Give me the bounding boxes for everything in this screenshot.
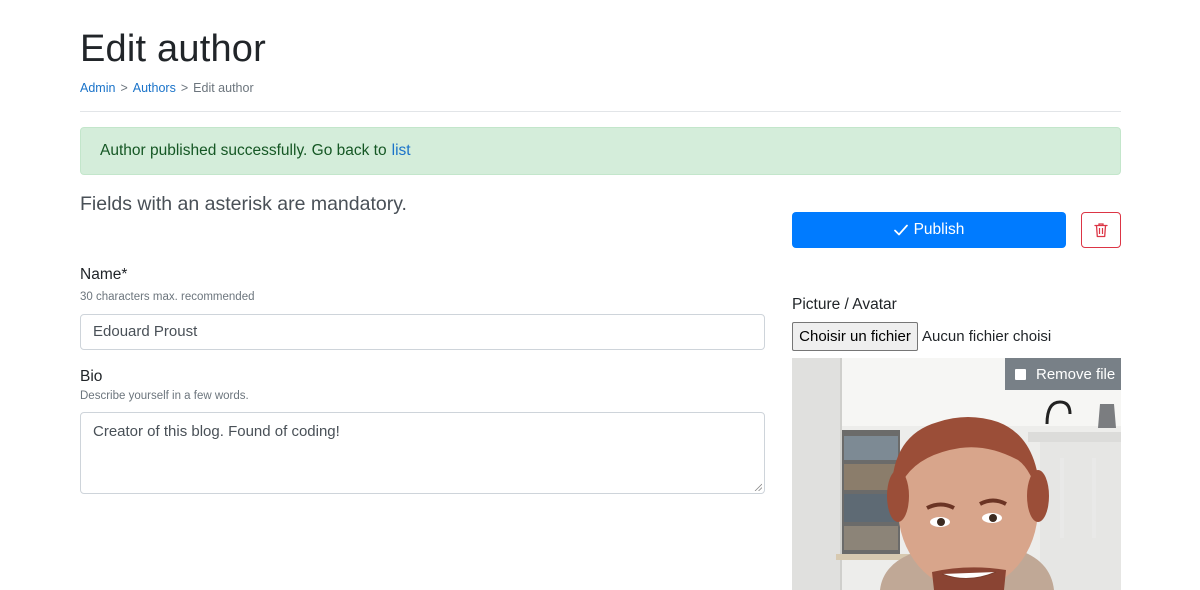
breadcrumb-admin-link[interactable]: Admin [80,81,115,95]
page-title: Edit author [80,28,266,70]
breadcrumb-authors-link[interactable]: Authors [133,81,176,95]
resize-handle-icon[interactable] [754,483,762,491]
breadcrumb: Admin > Authors > Edit author [80,81,254,95]
header-divider [80,111,1121,112]
breadcrumb-separator: > [180,81,189,95]
success-alert: Author published successfully. Go back t… [80,127,1121,175]
remove-file-toggle[interactable]: Remove file [1005,358,1121,390]
bio-help: Describe yourself in a few words. [80,390,249,402]
file-status: Aucun fichier choisi [922,328,1052,345]
name-label: Name* [80,266,128,283]
avatar-preview: Remove file [792,358,1121,590]
publish-label: Publish [913,221,965,238]
publish-button[interactable]: Publish [792,212,1066,248]
remove-file-label: Remove file [1036,365,1116,383]
trash-icon [1094,223,1108,238]
name-help: 30 characters max. recommended [80,291,255,303]
bio-textarea[interactable]: Creator of this blog. Found of coding! [80,412,765,494]
picture-label: Picture / Avatar [792,296,897,313]
breadcrumb-separator: > [120,81,128,95]
choose-file-button[interactable]: Choisir un fichier [792,322,918,351]
bio-label: Bio [80,368,103,385]
name-input[interactable]: Edouard Proust [80,314,765,350]
alert-list-link[interactable]: list [392,142,411,160]
delete-button[interactable] [1081,212,1121,248]
remove-file-checkbox[interactable] [1015,368,1026,380]
check-icon [893,224,908,236]
avatar-photo [792,358,1121,590]
alert-message: Author published successfully. Go back t… [100,142,387,159]
bio-text: Creator of this blog. Found of coding! [93,423,340,440]
breadcrumb-current: Edit author [193,81,254,95]
mandatory-note: Fields with an asterisk are mandatory. [80,193,407,215]
